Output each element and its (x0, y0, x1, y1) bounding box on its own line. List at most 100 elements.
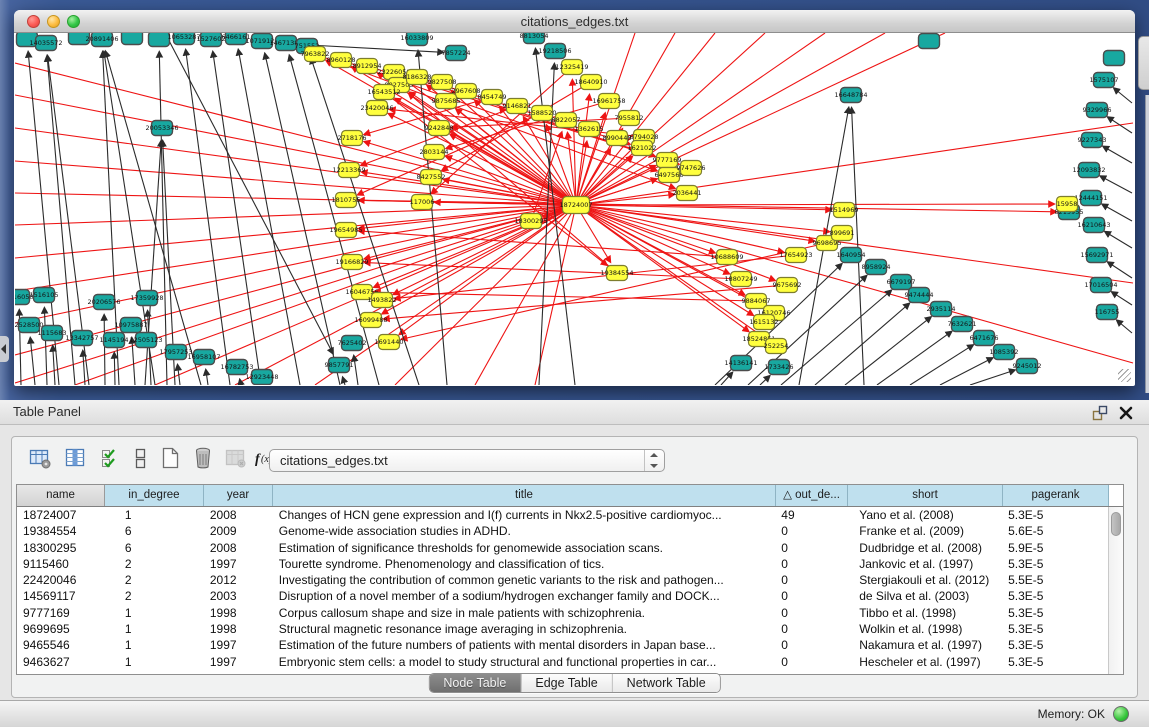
delete-button[interactable] (190, 446, 216, 472)
cell-name[interactable]: 22420046 (17, 572, 105, 588)
cell-name[interactable]: 9699695 (17, 621, 105, 637)
cell-short[interactable]: Hescheler et al. (1997) (847, 654, 1002, 670)
cell-pagerank[interactable]: 5.3E-5 (1002, 605, 1108, 621)
tab-network-table[interactable]: Network Table (612, 674, 720, 692)
cell-short[interactable]: Jankovic et al. (1997) (847, 556, 1002, 572)
cell-title[interactable]: Investigating the contribution of common… (273, 572, 776, 588)
cell-year[interactable]: 1998 (204, 621, 273, 637)
cell-in_degree[interactable]: 1 (105, 637, 204, 653)
table-row[interactable]: 1938455462009Genome-wide association stu… (17, 523, 1108, 539)
cell-pagerank[interactable]: 5.3E-5 (1002, 588, 1108, 604)
column-header-pagerank[interactable]: pagerank (1003, 485, 1109, 506)
cell-pagerank[interactable]: 5.9E-5 (1002, 540, 1108, 556)
column-header-short[interactable]: short (848, 485, 1003, 506)
cell-year[interactable]: 2012 (204, 572, 273, 588)
cell-pagerank[interactable]: 5.6E-5 (1002, 523, 1108, 539)
cell-year[interactable]: 2003 (204, 588, 273, 604)
table-row[interactable]: 1830029562008Estimation of significance … (17, 540, 1108, 556)
cell-year[interactable]: 1997 (204, 556, 273, 572)
column-header-name[interactable]: name (17, 485, 105, 506)
cell-in_degree[interactable]: 2 (105, 572, 204, 588)
cell-out_de[interactable]: 0 (775, 523, 847, 539)
cell-in_degree[interactable]: 1 (105, 605, 204, 621)
table-row[interactable]: 911546021997Tourette syndrome. Phenomeno… (17, 556, 1108, 572)
cell-pagerank[interactable]: 5.3E-5 (1002, 507, 1108, 523)
citation-network-graph[interactable]: 1403557220891406106532871527602646616110… (15, 33, 1134, 385)
window-resize-grip[interactable] (1118, 369, 1131, 382)
table-options-button[interactable] (27, 446, 53, 472)
graph-node[interactable] (122, 33, 143, 45)
cell-title[interactable]: Disruption of a novel member of a sodium… (273, 588, 776, 604)
cell-title[interactable]: Changes of HCN gene expression and I(f) … (273, 507, 776, 523)
cell-in_degree[interactable]: 1 (105, 654, 204, 670)
table-row[interactable]: 1872400712008Changes of HCN gene express… (17, 507, 1108, 523)
cell-short[interactable]: de Silva et al. (2003) (847, 588, 1002, 604)
cell-title[interactable]: Tourette syndrome. Phenomenology and cla… (273, 556, 776, 572)
table-row[interactable]: 969969511998Structural magnetic resonanc… (17, 621, 1108, 637)
cell-in_degree[interactable]: 2 (105, 556, 204, 572)
cell-name[interactable]: 19384554 (17, 523, 105, 539)
cell-year[interactable]: 1997 (204, 654, 273, 670)
cell-out_de[interactable]: 0 (775, 637, 847, 653)
cell-year[interactable]: 1997 (204, 637, 273, 653)
graph-node[interactable] (1104, 51, 1125, 66)
cell-short[interactable]: Tibbo et al. (1998) (847, 605, 1002, 621)
cell-name[interactable]: 18724007 (17, 507, 105, 523)
cell-out_de[interactable]: 0 (775, 572, 847, 588)
graph-node[interactable] (149, 33, 170, 47)
table-row[interactable]: 946362711997Embryonic stem cells: a mode… (17, 654, 1108, 670)
tab-node-table[interactable]: Node Table (429, 674, 520, 692)
panel-collapse-nub[interactable] (0, 336, 9, 362)
table-row[interactable]: 1456911722003Disruption of a novel membe… (17, 588, 1108, 604)
cell-in_degree[interactable]: 6 (105, 523, 204, 539)
cell-short[interactable]: Yano et al. (2008) (847, 507, 1002, 523)
close-panel-icon[interactable] (1117, 404, 1135, 422)
cell-out_de[interactable]: 0 (775, 556, 847, 572)
cell-pagerank[interactable]: 5.5E-5 (1002, 572, 1108, 588)
table-select-dropdown[interactable]: citations_edges.txt (269, 449, 665, 472)
cell-in_degree[interactable]: 1 (105, 621, 204, 637)
cell-title[interactable]: Structural magnetic resonance image aver… (273, 621, 776, 637)
background-window-edge[interactable] (1138, 36, 1149, 90)
table-vertical-scrollbar[interactable] (1108, 507, 1123, 674)
new-document-button[interactable] (157, 446, 183, 472)
cell-name[interactable]: 14569117 (17, 588, 105, 604)
select-columns-button[interactable] (98, 446, 124, 472)
cell-out_de[interactable]: 0 (775, 588, 847, 604)
cell-name[interactable]: 9777169 (17, 605, 105, 621)
network-window-titlebar[interactable]: citations_edges.txt (14, 10, 1135, 33)
cell-name[interactable]: 18300295 (17, 540, 105, 556)
cell-title[interactable]: Estimation of significance thresholds fo… (273, 540, 776, 556)
memory-status-indicator[interactable] (1113, 706, 1129, 722)
cell-out_de[interactable]: 49 (775, 507, 847, 523)
cell-title[interactable]: Estimation of the future numbers of pati… (273, 637, 776, 653)
cell-title[interactable]: Embryonic stem cells: a model to study s… (273, 654, 776, 670)
cell-short[interactable]: Nakamura et al. (1997) (847, 637, 1002, 653)
cell-short[interactable]: Wolkin et al. (1998) (847, 621, 1002, 637)
cell-out_de[interactable]: 0 (775, 654, 847, 670)
column-header-in_degree[interactable]: in_degree (105, 485, 204, 506)
cell-in_degree[interactable]: 2 (105, 588, 204, 604)
cell-name[interactable]: 9465546 (17, 637, 105, 653)
cell-pagerank[interactable]: 5.3E-5 (1002, 621, 1108, 637)
cell-out_de[interactable]: 0 (775, 621, 847, 637)
graph-node[interactable] (919, 34, 940, 49)
cell-out_de[interactable]: 0 (775, 540, 847, 556)
cell-year[interactable]: 2009 (204, 523, 273, 539)
column-header-out_de[interactable]: △ out_de... (776, 485, 848, 506)
cell-short[interactable]: Stergiakouli et al. (2012) (847, 572, 1002, 588)
cell-in_degree[interactable]: 1 (105, 507, 204, 523)
cell-title[interactable]: Corpus callosum shape and size in male p… (273, 605, 776, 621)
network-canvas[interactable]: 1403557220891406106532871527602646616110… (15, 33, 1134, 385)
cell-year[interactable]: 1998 (204, 605, 273, 621)
table-row[interactable]: 2242004622012Investigating the contribut… (17, 572, 1108, 588)
cell-year[interactable]: 2008 (204, 540, 273, 556)
table-row[interactable]: 946554611997Estimation of the future num… (17, 637, 1108, 653)
cell-out_de[interactable]: 0 (775, 605, 847, 621)
scrollbar-thumb[interactable] (1111, 512, 1121, 536)
column-header-title[interactable]: title (273, 485, 776, 506)
tab-edge-table[interactable]: Edge Table (520, 674, 611, 692)
cell-pagerank[interactable]: 5.3E-5 (1002, 654, 1108, 670)
cell-name[interactable]: 9115460 (17, 556, 105, 572)
column-header-year[interactable]: year (204, 485, 273, 506)
